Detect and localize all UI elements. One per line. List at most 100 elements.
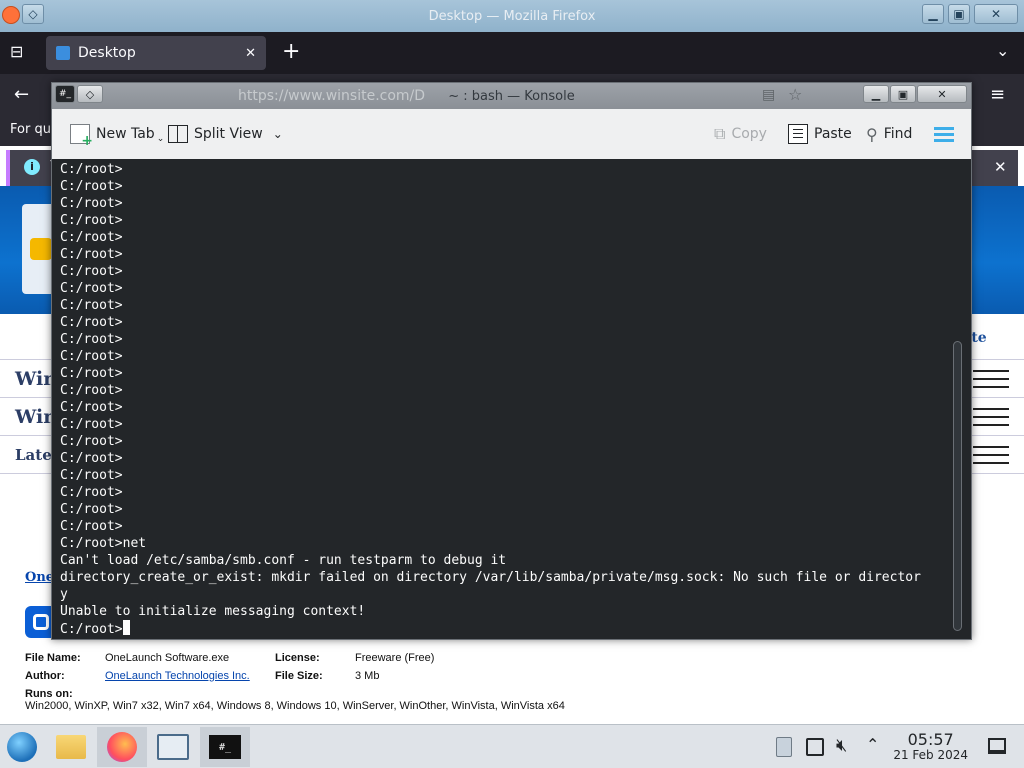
terminal-line: C:/root>: [60, 298, 123, 313]
license-label: License:: [275, 652, 320, 664]
konsole-icon: #_: [209, 735, 241, 759]
konsole-window: #_ ◇ https://www.winsite.com/D ~ : bash …: [51, 82, 972, 640]
konsole-minimize-button[interactable]: ▁: [863, 85, 889, 103]
taskbar-system-settings[interactable]: [148, 727, 198, 767]
new-tab-button[interactable]: + New Tab ⌄: [70, 121, 165, 148]
terminal-line: Can't load /etc/samba/smb.conf - run tes…: [60, 553, 507, 568]
terminal-line: Unable to initialize messaging context!: [60, 604, 366, 619]
taskbar-firefox[interactable]: [97, 727, 147, 767]
konsole-app-icon: #_: [55, 85, 75, 103]
taskbar: #_ 🔇︎ ⌃ 05:57 21 Feb 2024: [0, 724, 1024, 768]
file-name-value: OneLaunch Software.exe: [105, 652, 230, 664]
new-tab-icon[interactable]: +: [282, 39, 300, 64]
terminal-line: C:/root>: [60, 485, 123, 500]
terminal-line: C:/root>: [60, 434, 123, 449]
terminal-line: C:/root>: [60, 315, 123, 330]
hamburger-icon[interactable]: [973, 446, 1009, 464]
reader-view-icon: ▤: [762, 87, 776, 103]
terminal-line: C:/root>: [60, 451, 123, 466]
firefox-view-icon[interactable]: ⊟: [10, 42, 23, 61]
split-view-button[interactable]: Split View ⌄: [168, 121, 283, 147]
new-tab-label: New Tab: [96, 126, 155, 142]
clipboard-icon[interactable]: [776, 737, 792, 757]
paste-button[interactable]: Paste: [788, 121, 852, 147]
copy-button[interactable]: ⧉ Copy: [714, 121, 767, 147]
firefox-maximize-button[interactable]: ▣: [948, 4, 970, 24]
file-name-label: File Name:: [25, 652, 81, 664]
terminal-line: C:/root>: [60, 179, 123, 194]
terminal-line: C:/root>: [60, 196, 123, 211]
paste-icon: [788, 124, 808, 144]
firefox-window-title: Desktop — Mozilla Firefox: [428, 8, 596, 24]
back-arrow-icon[interactable]: ←: [14, 84, 29, 105]
search-icon: ⚲: [866, 124, 878, 144]
terminal-line: C:/root>: [60, 400, 123, 415]
terminal-line: C:/root>: [60, 502, 123, 517]
new-tab-icon: +: [70, 124, 93, 148]
terminal-line: C:/root>: [60, 349, 123, 364]
tray-expand-chevron-icon[interactable]: ⌃: [866, 735, 879, 754]
terminal-line: C:/root>: [60, 213, 123, 228]
copy-icon: ⧉: [714, 124, 726, 143]
firefox-minimize-button[interactable]: ▁: [922, 4, 944, 24]
runs-on-value: Win2000, WinXP, Win7 x32, Win7 x64, Wind…: [25, 700, 565, 712]
site-logo-icon: [30, 238, 52, 260]
terminal-line: C:/root>: [60, 162, 123, 177]
terminal-output[interactable]: C:/root> C:/root> C:/root> C:/root> C:/root>…: [52, 159, 971, 639]
firefox-logo-icon: [2, 6, 20, 24]
terminal-line: C:/root>: [60, 417, 123, 432]
terminal-line: C:/root>: [60, 247, 123, 262]
terminal-line: C:/root>: [60, 332, 123, 347]
terminal-line: C:/root>net: [60, 536, 147, 551]
app-menu-icon[interactable]: ≡: [990, 84, 1005, 105]
terminal-cursor: [122, 620, 130, 635]
notification-text: For qui: [10, 122, 55, 137]
terminal-line: C:/root>: [60, 264, 123, 279]
start-menu-button[interactable]: [0, 727, 44, 767]
split-view-icon: [168, 125, 188, 143]
file-size-value: 3 Mb: [355, 670, 380, 682]
taskbar-file-manager[interactable]: [46, 727, 96, 767]
menu-row-label: Late: [15, 445, 52, 464]
konsole-maximize-button[interactable]: ▣: [890, 85, 916, 103]
list-tabs-chevron-icon[interactable]: ⌄: [996, 41, 1009, 60]
firefox-tab-desktop[interactable]: Desktop ✕: [46, 36, 266, 70]
clock-date: 21 Feb 2024: [893, 748, 968, 762]
split-view-label: Split View: [194, 126, 263, 142]
download-info: File Name: OneLaunch Software.exe Licens…: [25, 652, 645, 712]
info-bar-close-icon[interactable]: ✕: [994, 158, 1007, 176]
background-url-text: https://www.winsite.com/D: [238, 88, 426, 104]
konsole-title-bar[interactable]: #_ ◇ https://www.winsite.com/D ~ : bash …: [52, 83, 971, 109]
info-icon: i: [24, 159, 40, 175]
taskbar-konsole[interactable]: #_: [200, 727, 250, 767]
show-desktop-icon[interactable]: [988, 738, 1006, 754]
notes-icon[interactable]: [806, 738, 824, 756]
volume-muted-icon[interactable]: 🔇︎: [836, 735, 847, 756]
konsole-close-button[interactable]: ✕: [917, 85, 967, 103]
terminal-lines: C:/root> C:/root> C:/root> C:/root> C:/root>…: [60, 161, 971, 620]
terminal-line: C:/root>: [60, 366, 123, 381]
find-button[interactable]: ⚲ Find: [866, 121, 912, 147]
start-orb-icon: [7, 732, 37, 762]
program-title-link[interactable]: One: [25, 570, 54, 585]
find-label: Find: [883, 126, 913, 142]
hamburger-icon[interactable]: [973, 408, 1009, 426]
copy-label: Copy: [731, 126, 767, 142]
file-size-label: File Size:: [275, 670, 323, 682]
new-tab-dropdown-icon[interactable]: ⌄: [157, 134, 165, 144]
terminal-line: C:/root>: [60, 383, 123, 398]
runs-on-label: Runs on:: [25, 688, 73, 700]
split-view-chevron-icon[interactable]: ⌄: [273, 127, 283, 141]
close-tab-icon[interactable]: ✕: [245, 46, 256, 61]
paste-label: Paste: [814, 126, 852, 142]
hamburger-icon[interactable]: [973, 370, 1009, 388]
author-link[interactable]: OneLaunch Technologies Inc.: [105, 670, 250, 682]
window-menu-icon[interactable]: ◇: [77, 85, 103, 103]
terminal-scrollbar[interactable]: [953, 341, 962, 631]
window-menu-icon[interactable]: ◇: [22, 4, 44, 24]
hamburger-menu-button[interactable]: [934, 121, 954, 147]
license-value: Freeware (Free): [355, 652, 435, 664]
terminal-line: y: [60, 587, 68, 602]
firefox-close-button[interactable]: ✕: [974, 4, 1018, 24]
clock[interactable]: 05:57 21 Feb 2024: [893, 731, 968, 762]
